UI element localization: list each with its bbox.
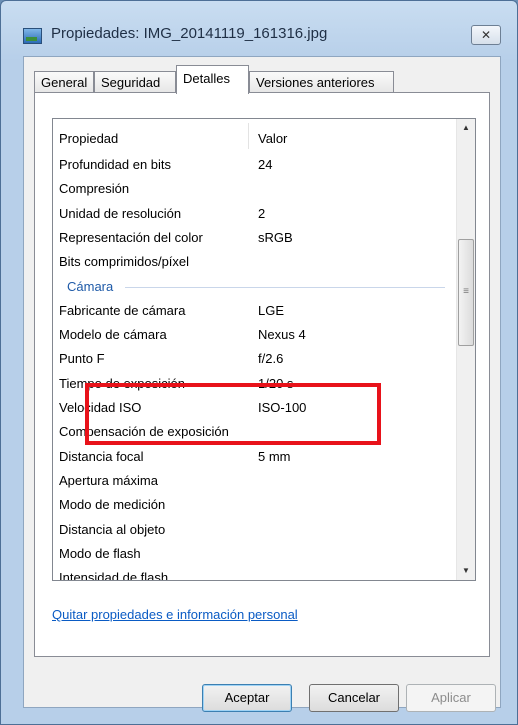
- property-value: sRGB: [258, 229, 293, 245]
- property-value: 5 mm: [258, 448, 291, 464]
- property-name: Fabricante de cámara: [59, 302, 186, 318]
- property-name: Intensidad de flash: [59, 570, 169, 581]
- property-value: Nexus 4: [258, 327, 306, 343]
- ok-button[interactable]: Aceptar: [202, 684, 292, 712]
- list-item[interactable]: Profundidad en bits 24: [53, 153, 457, 177]
- list-item[interactable]: Compresión: [53, 177, 457, 201]
- group-label: Cámara: [67, 278, 114, 294]
- tab-general[interactable]: General: [34, 71, 94, 93]
- property-name: Punto F: [59, 351, 105, 367]
- column-divider[interactable]: [248, 123, 249, 149]
- property-value: 2: [258, 205, 266, 221]
- property-name: Unidad de resolución: [59, 205, 182, 221]
- property-name: Apertura máxima: [59, 472, 158, 488]
- scroll-down-arrow-icon[interactable]: ▼: [457, 562, 475, 580]
- cancel-button[interactable]: Cancelar: [309, 684, 399, 712]
- tab-previous-versions[interactable]: Versiones anteriores: [249, 71, 394, 93]
- group-header-camera[interactable]: Cámara: [53, 275, 457, 299]
- list-item[interactable]: Representación del color sRGB: [53, 226, 457, 250]
- window-title: Propiedades: IMG_20141119_161316.jpg: [51, 25, 328, 42]
- property-name: Modo de flash: [59, 545, 141, 561]
- list-item[interactable]: Punto F f/2.6: [53, 347, 457, 371]
- property-name: Compresión: [59, 181, 130, 197]
- group-divider: [125, 286, 445, 288]
- list-item[interactable]: Apertura máxima: [53, 469, 457, 493]
- properties-dialog: Propiedades: IMG_20141119_161316.jpg ✕ G…: [0, 0, 518, 725]
- scroll-up-arrow-icon[interactable]: ▲: [457, 119, 475, 137]
- list-item[interactable]: Distancia al objeto: [53, 518, 457, 542]
- property-value: f/2.6: [258, 351, 284, 367]
- list-item[interactable]: Modelo de cámara Nexus 4: [53, 323, 457, 347]
- tab-details[interactable]: Detalles: [176, 65, 249, 94]
- list-item[interactable]: Modo de medición: [53, 493, 457, 517]
- vertical-scrollbar[interactable]: ▲ ≡ ▼: [456, 119, 475, 580]
- list-item[interactable]: Unidad de resolución 2: [53, 202, 457, 226]
- property-name: Bits comprimidos/píxel: [59, 254, 190, 270]
- close-button[interactable]: ✕: [471, 25, 501, 45]
- list-item[interactable]: Distancia focal 5 mm: [53, 445, 457, 469]
- property-name: Modelo de cámara: [59, 327, 167, 343]
- list-item[interactable]: Fabricante de cámara LGE: [53, 299, 457, 323]
- property-name: Distancia al objeto: [59, 521, 166, 537]
- list-header: Propiedad Valor: [53, 119, 457, 152]
- list-item[interactable]: Modo de flash: [53, 542, 457, 566]
- column-header-value[interactable]: Valor: [258, 131, 287, 146]
- image-file-icon: [23, 28, 42, 44]
- list-item[interactable]: Intensidad de flash: [53, 566, 457, 581]
- remove-properties-link[interactable]: Quitar propiedades e información persona…: [52, 607, 298, 622]
- title-bar[interactable]: Propiedades: IMG_20141119_161316.jpg ✕: [1, 1, 517, 45]
- property-value: LGE: [258, 302, 285, 318]
- details-panel: Propiedad Valor Profundidad en bits 24 Com…: [34, 92, 490, 657]
- dialog-client: General Seguridad Detalles Versiones ant…: [23, 56, 501, 712]
- property-value: 24: [258, 157, 273, 172]
- property-name: Profundidad en bits: [59, 157, 172, 172]
- column-header-property[interactable]: Propiedad: [59, 131, 118, 146]
- tab-security[interactable]: Seguridad: [94, 71, 176, 93]
- property-name: Representación del color: [59, 229, 203, 245]
- list-item[interactable]: Bits comprimidos/píxel: [53, 250, 457, 274]
- property-list[interactable]: Propiedad Valor Profundidad en bits 24 Com…: [52, 118, 476, 581]
- apply-button[interactable]: Aplicar: [406, 684, 496, 712]
- property-name: Modo de medición: [59, 497, 166, 513]
- scroll-thumb[interactable]: ≡: [458, 239, 474, 346]
- property-name: Distancia focal: [59, 448, 144, 464]
- highlight-box: [85, 383, 381, 445]
